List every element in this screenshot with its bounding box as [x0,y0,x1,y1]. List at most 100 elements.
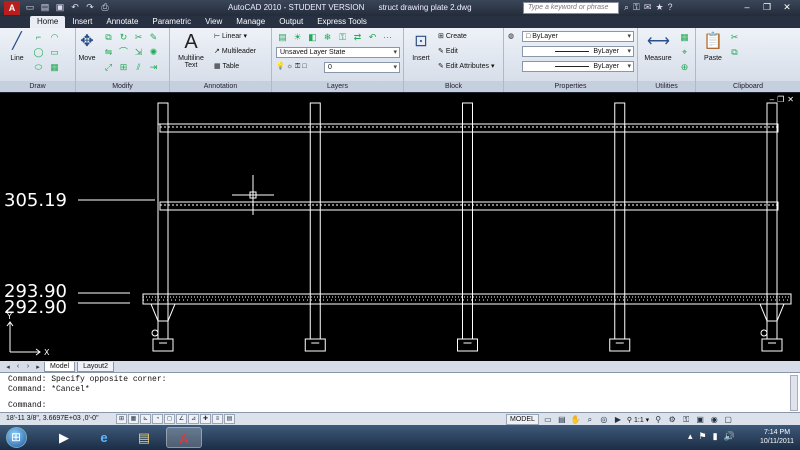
edit-attributes-button[interactable]: ✎ Edit Attributes ▾ [438,62,494,70]
erase-icon[interactable]: ✎ [147,31,160,44]
command-prompt[interactable]: Command: [0,401,800,411]
qp-mode-icon[interactable]: ▤ [224,414,235,424]
tab-express-tools[interactable]: Express Tools [310,16,374,28]
utilities-panel-title[interactable]: Utilities [638,81,695,92]
polyline-icon[interactable]: ⌐ [32,31,45,44]
id-point-icon[interactable]: ⊕ [678,61,691,74]
explode-icon[interactable]: ✺ [147,46,160,59]
annotation-scale[interactable]: ⚲ 1:1 ▾ [627,416,649,424]
layer-freeze-icon[interactable]: ❄ [321,31,334,44]
tray-volume-icon[interactable]: 🔊 [724,431,735,442]
current-layer-select[interactable]: 0 [324,62,400,73]
tab-layout2[interactable]: Layout2 [77,361,114,372]
close-icon[interactable]: ✕ [778,1,796,13]
zoom-icon[interactable]: ⌕ [585,415,595,425]
tab-view[interactable]: View [198,16,229,28]
grid-mode-icon[interactable]: ▦ [128,414,139,424]
linear-dimension-button[interactable]: ⊢ Linear ▾ [214,32,247,40]
drawing-svg[interactable]: 305.19 293.90 292.90 X Y [0,93,800,361]
coordinate-readout[interactable]: 18'-11 3/8", 3.6697E+03 ,0'-0" [6,415,99,422]
first-tab-icon[interactable]: ◂ [4,363,12,371]
layer-on-icon[interactable]: ☀ [291,31,304,44]
quick-calc-icon[interactable]: ▦ [678,31,691,44]
drawing-canvas[interactable]: 305.19 293.90 292.90 X Y – ❐ ✕ [0,93,800,361]
unlock-icon[interactable]: ⚿ [295,63,300,70]
ducs-mode-icon[interactable]: ⊿ [188,414,199,424]
fillet-icon[interactable]: ⌒ [117,46,130,59]
model-space-toggle[interactable]: MODEL [506,414,539,425]
stretch-icon[interactable]: ⇲ [132,46,145,59]
clean-screen-icon[interactable]: ▢ [723,415,733,425]
sun-icon[interactable]: ☼ [287,63,293,70]
subscription-icon[interactable]: ⚿ [633,2,640,13]
help-icon[interactable]: ? [668,2,673,13]
rectangle-icon[interactable]: ▭ [48,46,61,59]
ortho-mode-icon[interactable]: ⊾ [140,414,151,424]
favorites-icon[interactable]: ★ [655,2,663,13]
showmotion-icon[interactable]: ▶ [613,415,623,425]
tray-flag-icon[interactable]: ⚑ [699,431,707,442]
isolate-objects-icon[interactable]: ◉ [709,415,719,425]
tab-home[interactable]: Home [30,16,66,28]
minimize-icon[interactable]: – [738,1,756,13]
quick-view-drawings-icon[interactable]: ▤ [557,415,567,425]
quick-select-icon[interactable]: ⌖ [678,46,691,59]
color-square-icon[interactable]: □ [302,63,306,70]
viewport-restore-icon[interactable]: ❐ [777,95,784,104]
copy-icon[interactable]: ⧉ [102,31,115,44]
open-file-icon[interactable]: ▤ [39,2,51,13]
circle-icon[interactable]: ◯ [32,46,45,59]
polar-mode-icon[interactable]: ◔ [152,414,163,424]
edit-block-button[interactable]: ✎ Edit [438,47,458,55]
tab-manage[interactable]: Manage [229,16,272,28]
media-player-icon[interactable]: ▶ [46,427,82,448]
search-input[interactable]: Type a keyword or phrase [523,2,619,14]
match-properties-icon[interactable]: ◍ [508,32,514,40]
start-button[interactable] [6,427,27,448]
lightbulb-icon[interactable]: 💡 [276,63,285,70]
steering-wheel-icon[interactable]: ◎ [599,415,609,425]
autocad-taskbar-icon[interactable]: A [166,427,202,448]
next-tab-icon[interactable]: › [24,363,32,370]
copy-clip-icon[interactable]: ⧉ [728,46,741,59]
extend-icon[interactable]: ⇥ [147,61,160,74]
lwt-mode-icon[interactable]: ≡ [212,414,223,424]
layers-panel-title[interactable]: Layers [272,81,403,92]
undo-icon[interactable]: ↶ [69,2,81,13]
tab-annotate[interactable]: Annotate [99,16,145,28]
command-scrollbar[interactable] [790,375,798,411]
layer-isolate-icon[interactable]: ◧ [306,31,319,44]
new-file-icon[interactable]: ▭ [24,2,36,13]
otrack-mode-icon[interactable]: ∠ [176,414,187,424]
array-icon[interactable]: ⊞ [117,61,130,74]
rotate-icon[interactable]: ↻ [117,31,130,44]
modify-panel-title[interactable]: Modify [76,81,169,92]
snap-mode-icon[interactable]: ⊞ [116,414,127,424]
print-icon[interactable]: ⎙ [99,2,111,13]
line-button[interactable]: ╱ Line [6,31,28,62]
move-button[interactable]: ✥ Move [76,31,98,62]
trim-icon[interactable]: ✂ [132,31,145,44]
mirror-icon[interactable]: ⇋ [102,46,115,59]
lock-toolbar-icon[interactable]: ⚿ [681,415,691,425]
layer-state-select[interactable]: Unsaved Layer State [276,47,400,58]
save-icon[interactable]: ▣ [54,2,66,13]
layer-walk-icon[interactable]: ⋯ [381,31,394,44]
autocad-logo-icon[interactable]: A [4,1,20,15]
annotation-panel-title[interactable]: Annotation [170,81,271,92]
tray-expand-icon[interactable]: ▴ [688,431,693,442]
pan-icon[interactable]: ✋ [571,415,581,425]
tab-model[interactable]: Model [44,361,76,372]
taskbar-clock[interactable]: 7:14 PM 10/11/2011 [760,428,794,446]
search-icon[interactable]: ⌕ [624,2,629,13]
prev-tab-icon[interactable]: ‹ [14,363,22,370]
cut-icon[interactable]: ✂ [728,31,741,44]
multileader-button[interactable]: ↗ Multileader [214,47,256,55]
file-explorer-icon[interactable]: ▤ [126,427,162,448]
properties-panel-title[interactable]: Properties [504,81,637,92]
draw-panel-title[interactable]: Draw [0,81,75,92]
redo-icon[interactable]: ↷ [84,2,96,13]
clipboard-panel-title[interactable]: Clipboard [696,81,800,92]
offset-icon[interactable]: ⫽ [132,61,145,74]
lineweight-select[interactable]: ByLayer [522,61,634,72]
